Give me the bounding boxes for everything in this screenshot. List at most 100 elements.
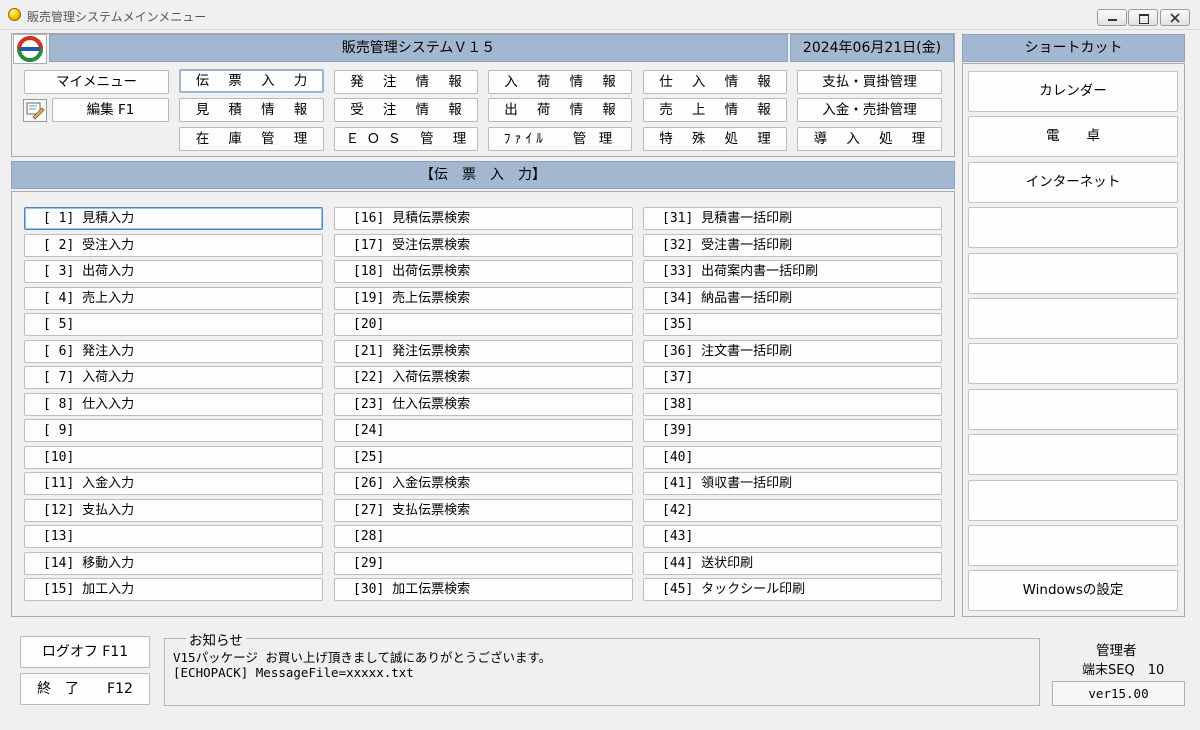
window-titlebar[interactable]: 販売管理システムメインメニュー bbox=[0, 0, 1200, 30]
menu-item-button[interactable]: [28] bbox=[334, 525, 633, 548]
menu-item-button[interactable]: [12] 支払入力 bbox=[24, 498, 323, 522]
edit-button[interactable]: 編集 F1 bbox=[52, 98, 169, 122]
shortcut-button[interactable]: カレンダー bbox=[968, 71, 1178, 112]
menu-special-processing[interactable]: 特 殊 処 理 bbox=[643, 127, 787, 151]
shortcut-button[interactable] bbox=[968, 343, 1178, 385]
menu-order-info[interactable]: 発 注 情 報 bbox=[334, 70, 478, 94]
menu-item-button[interactable]: [30] 加工伝票検索 bbox=[334, 578, 633, 601]
menu-received-order-info[interactable]: 受 注 情 報 bbox=[334, 98, 478, 122]
shortcut-button[interactable]: インターネット bbox=[968, 161, 1178, 203]
menu-item-button[interactable]: [20] bbox=[334, 313, 633, 336]
menu-item-button[interactable]: [ 6] 発注入力 bbox=[24, 339, 323, 363]
menu-item-button[interactable]: [ 4] 売上入力 bbox=[24, 286, 323, 310]
notice-line: [ECHOPACK] MessageFile=xxxxx.txt bbox=[173, 665, 414, 680]
system-name-bar: 販売管理システムＶ１５ bbox=[49, 34, 788, 62]
edit-icon-button[interactable] bbox=[23, 99, 47, 122]
menu-inventory[interactable]: 在 庫 管 理 bbox=[179, 127, 324, 151]
menu-slip-entry[interactable]: 伝 票 入 力 bbox=[179, 69, 324, 93]
window-title: 販売管理システムメインメニュー bbox=[27, 10, 207, 24]
menu-item-button[interactable]: [25] bbox=[334, 445, 633, 469]
menu-receiving-info[interactable]: 入 荷 情 報 bbox=[488, 70, 632, 94]
menu-item-button[interactable]: [ 7] 入荷入力 bbox=[24, 366, 323, 389]
menu-estimate-info[interactable]: 見 積 情 報 bbox=[179, 98, 324, 122]
shortcut-header: ショートカット bbox=[962, 34, 1185, 62]
edit-icon bbox=[26, 102, 45, 120]
current-date: 2024年06月21日(金) bbox=[802, 40, 942, 56]
menu-item-button[interactable]: [11] 入金入力 bbox=[24, 472, 323, 495]
menu-item-button[interactable]: [15] 加工入力 bbox=[24, 578, 323, 601]
menu-purchase-info[interactable]: 仕 入 情 報 bbox=[643, 70, 787, 94]
menu-item-button[interactable]: [27] 支払伝票検索 bbox=[334, 498, 633, 522]
menu-sales-info[interactable]: 売 上 情 報 bbox=[643, 98, 787, 122]
notice-label: お知らせ bbox=[186, 629, 246, 649]
menu-item-button[interactable]: [13] bbox=[24, 525, 323, 548]
menu-item-button[interactable]: [16] 見積伝票検索 bbox=[334, 207, 633, 230]
menu-item-button[interactable]: [23] 仕入伝票検索 bbox=[334, 392, 633, 416]
menu-item-button[interactable]: [14] 移動入力 bbox=[24, 551, 323, 575]
menu-shipping-info[interactable]: 出 荷 情 報 bbox=[488, 98, 632, 122]
menu-item-button[interactable]: [19] 売上伝票検索 bbox=[334, 286, 633, 310]
menu-item-button[interactable]: [22] 入荷伝票検索 bbox=[334, 366, 633, 389]
version-label: ver15.00 bbox=[1052, 681, 1185, 706]
menu-item-button[interactable]: [37] bbox=[643, 366, 942, 389]
menu-file-management[interactable]: ﾌｧｲﾙ 管 理 bbox=[488, 127, 632, 151]
menu-item-button[interactable]: [42] bbox=[643, 498, 942, 522]
close-button[interactable] bbox=[1160, 9, 1190, 26]
shortcut-button[interactable] bbox=[968, 434, 1178, 476]
menu-item-button[interactable]: [17] 受注伝票検索 bbox=[334, 233, 633, 257]
menu-setup[interactable]: 導 入 処 理 bbox=[797, 127, 942, 151]
menu-item-button[interactable]: [26] 入金伝票検索 bbox=[334, 472, 633, 495]
menu-item-button[interactable]: [44] 送状印刷 bbox=[643, 551, 942, 575]
section-title: 【伝 票 入 力】 bbox=[420, 167, 546, 183]
app-icon bbox=[8, 8, 21, 21]
shortcut-button[interactable] bbox=[968, 207, 1178, 249]
shortcut-button[interactable] bbox=[968, 479, 1178, 521]
menu-payables[interactable]: 支払・買掛管理 bbox=[797, 70, 942, 94]
menu-item-button[interactable]: [36] 注文書一括印刷 bbox=[643, 339, 942, 363]
menu-item-button[interactable]: [ 2] 受注入力 bbox=[24, 233, 323, 257]
my-menu-button[interactable]: マイメニュー bbox=[24, 70, 169, 94]
menu-item-button[interactable]: [34] 納品書一括印刷 bbox=[643, 286, 942, 310]
menu-item-button[interactable]: [29] bbox=[334, 551, 633, 575]
maximize-button[interactable] bbox=[1128, 9, 1158, 26]
menu-item-button[interactable]: [24] bbox=[334, 419, 633, 442]
shortcut-button[interactable] bbox=[968, 388, 1178, 430]
shortcut-button[interactable] bbox=[968, 298, 1178, 339]
notice-box: V15パッケージ お買い上げ頂きまして誠にありがとうございます。 [ECHOPA… bbox=[164, 638, 1040, 706]
shortcut-button[interactable] bbox=[968, 525, 1178, 566]
menu-item-button[interactable]: [31] 見積書一括印刷 bbox=[643, 207, 942, 230]
menu-item-button[interactable]: [39] bbox=[643, 419, 942, 442]
company-logo bbox=[13, 34, 47, 64]
section-header: 【伝 票 入 力】 bbox=[11, 161, 955, 189]
system-name: 販売管理システムＶ１５ bbox=[341, 40, 496, 56]
menu-item-button[interactable]: [32] 受注書一括印刷 bbox=[643, 233, 942, 257]
menu-item-button[interactable]: [ 8] 仕入入力 bbox=[24, 392, 323, 416]
menu-item-button[interactable]: [ 9] bbox=[24, 419, 323, 442]
shortcut-button[interactable] bbox=[968, 252, 1178, 294]
menu-item-button[interactable]: [ 3] 出荷入力 bbox=[24, 260, 323, 283]
minimize-button[interactable] bbox=[1097, 9, 1127, 26]
menu-item-button[interactable]: [43] bbox=[643, 525, 942, 548]
notice-line: V15パッケージ お買い上げ頂きまして誠にありがとうございます。 bbox=[173, 650, 552, 665]
menu-item-button[interactable]: [33] 出荷案内書一括印刷 bbox=[643, 260, 942, 283]
menu-eos[interactable]: ＥＯＳ 管 理 bbox=[334, 127, 478, 151]
menu-item-button[interactable]: [ 5] bbox=[24, 313, 323, 336]
menu-item-button[interactable]: [35] bbox=[643, 313, 942, 336]
exit-button[interactable]: 終 了 F12 bbox=[20, 673, 150, 705]
menu-item-button[interactable]: [40] bbox=[643, 445, 942, 469]
menu-item-button[interactable]: [41] 領収書一括印刷 bbox=[643, 472, 942, 495]
user-name: 管理者 bbox=[1096, 643, 1137, 659]
shortcut-button[interactable]: 電 卓 bbox=[968, 116, 1178, 158]
shortcut-title: ショートカット bbox=[1024, 40, 1123, 56]
logoff-button[interactable]: ログオフ F11 bbox=[20, 636, 150, 668]
menu-item-button[interactable]: [45] タックシール印刷 bbox=[643, 578, 942, 601]
date-bar: 2024年06月21日(金) bbox=[790, 34, 954, 62]
menu-item-button[interactable]: [38] bbox=[643, 392, 942, 416]
menu-item-button[interactable]: [18] 出荷伝票検索 bbox=[334, 260, 633, 283]
terminal-seq: 端末SEQ 10 bbox=[1082, 663, 1165, 678]
menu-item-button[interactable]: [ 1] 見積入力 bbox=[24, 207, 323, 230]
shortcut-button[interactable]: Windowsの設定 bbox=[968, 570, 1178, 612]
menu-receivables[interactable]: 入金・売掛管理 bbox=[797, 98, 942, 122]
menu-item-button[interactable]: [21] 発注伝票検索 bbox=[334, 339, 633, 363]
menu-item-button[interactable]: [10] bbox=[24, 445, 323, 469]
